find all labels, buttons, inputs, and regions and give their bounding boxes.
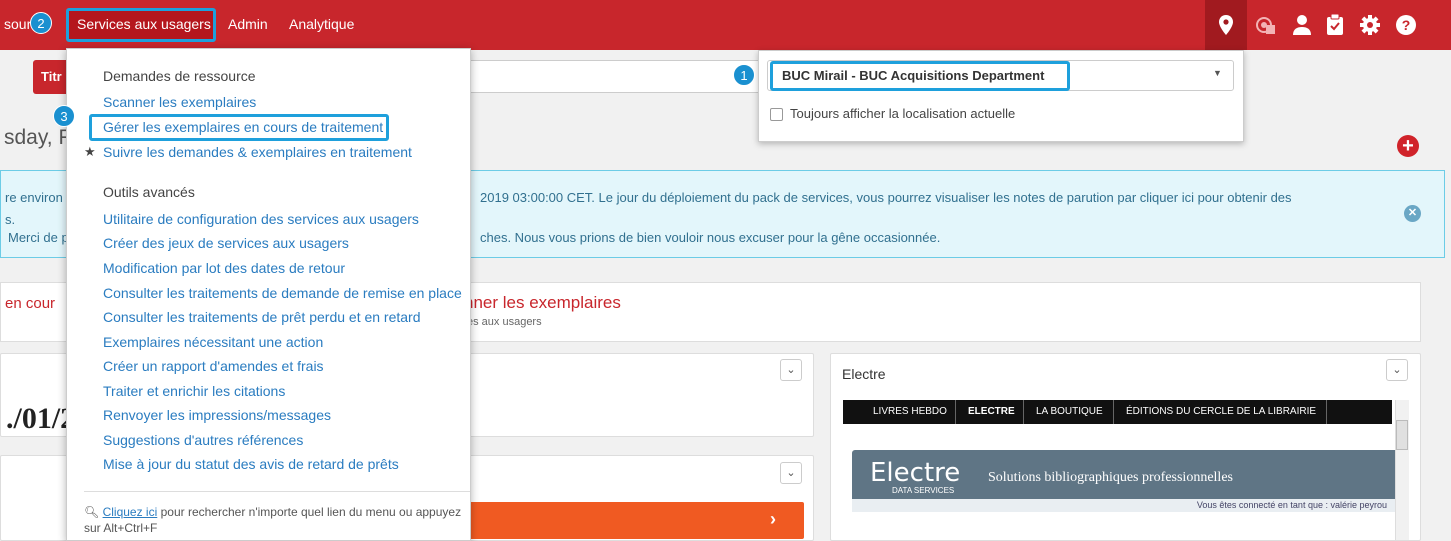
electre-logo-subtitle: DATA SERVICES: [892, 486, 955, 495]
menu-item-monitor-requests[interactable]: Suivre les demandes & exemplaires en tra…: [103, 144, 412, 160]
notice-line3-left: Merci de p: [8, 230, 69, 245]
tile-scan-items-title[interactable]: nner les exemplaires: [464, 293, 621, 313]
menu-section-resource-requests: Demandes de ressource: [103, 68, 256, 84]
gear-icon[interactable]: [1360, 15, 1380, 35]
tile-scan-items-subtitle: es aux usagers: [467, 316, 542, 328]
always-show-location-label: Toujours afficher la localisation actuel…: [790, 106, 1016, 121]
map-pin-icon: [1219, 15, 1233, 35]
electre-nav-electre[interactable]: ELECTRE: [968, 406, 1015, 417]
star-icon: ★: [84, 144, 96, 159]
chevron-right-icon: ›: [770, 509, 776, 529]
menu-item-config-utility[interactable]: Utilitaire de configuration des services…: [103, 211, 419, 227]
location-selected-value[interactable]: BUC Mirail - BUC Acquisitions Department: [782, 68, 1044, 83]
electre-nav-divider: [1326, 400, 1327, 424]
orange-action-bar[interactable]: ›: [460, 502, 804, 539]
electre-logo: Electre: [870, 458, 961, 488]
user-icon[interactable]: [1293, 15, 1311, 35]
menu-item-manage-in-process[interactable]: Gérer les exemplaires en cours de traite…: [103, 119, 383, 135]
electre-nav-divider: [1023, 400, 1024, 424]
help-icon[interactable]: ?: [1396, 15, 1416, 35]
top-navigation-bar: sour 2 Services aux usagers Admin Analyt…: [0, 0, 1451, 50]
menu-item-reshelving-jobs[interactable]: Consulter les traitements de demande de …: [103, 285, 462, 301]
notice-line2-left: s.: [5, 212, 16, 227]
search-input[interactable]: [460, 60, 760, 93]
caret-down-icon[interactable]: ▼: [1213, 68, 1222, 78]
nav-services-aux-usagers[interactable]: Services aux usagers: [77, 16, 211, 32]
electre-widget-panel: [830, 353, 1421, 541]
menu-footer: 🔍︎ Cliquez ici pour rechercher n'importe…: [84, 504, 470, 536]
tile-items-in-process[interactable]: en cour: [5, 295, 55, 312]
menu-section-advanced-tools: Outils avancés: [103, 184, 195, 200]
close-notice-icon[interactable]: ✕: [1404, 205, 1421, 222]
chevron-down-icon[interactable]: ⌄: [780, 359, 802, 381]
svg-text:?: ?: [1402, 17, 1411, 33]
electre-nav-divider: [1113, 400, 1114, 424]
menu-item-citations[interactable]: Traiter et enrichir les citations: [103, 383, 285, 399]
add-widget-icon[interactable]: +: [1397, 135, 1419, 157]
menu-item-resend-letters[interactable]: Renvoyer les impressions/messages: [103, 407, 331, 423]
menu-item-items-needing-action[interactable]: Exemplaires nécessitant une action: [103, 334, 323, 350]
nav-analytique[interactable]: Analytique: [289, 16, 354, 32]
menu-item-bulk-due-dates[interactable]: Modification par lot des dates de retour: [103, 260, 345, 276]
menu-item-create-sets[interactable]: Créer des jeux de services aux usagers: [103, 235, 349, 251]
chevron-down-icon[interactable]: ⌄: [1386, 359, 1408, 381]
nav-admin[interactable]: Admin: [228, 16, 268, 32]
notice-line1-right: 2019 03:00:00 CET. Le jour du déploiemen…: [480, 190, 1292, 205]
search-icon: 🔍︎: [84, 505, 100, 519]
electre-tagline: Solutions bibliographiques professionnel…: [988, 470, 1233, 485]
menu-item-overdue-notice-status[interactable]: Mise à jour du statut des avis de retard…: [103, 456, 399, 472]
step-badge-1: 1: [733, 64, 755, 86]
services-dropdown-menu: Demandes de ressource Scanner les exempl…: [53, 48, 471, 541]
electre-nav-boutique[interactable]: LA BOUTIQUE: [1036, 406, 1103, 417]
notice-line3-right: ches. Nous vous prions de bien vouloir n…: [480, 230, 941, 245]
step-badge-2: 2: [30, 12, 52, 34]
always-show-location-checkbox[interactable]: [770, 108, 783, 121]
menu-item-suggestions[interactable]: Suggestions d'autres références: [103, 432, 303, 448]
chevron-down-icon[interactable]: ⌄: [780, 462, 802, 484]
connection-status-icon[interactable]: [1256, 15, 1276, 35]
menu-search-link[interactable]: Cliquez ici: [103, 505, 158, 519]
menu-item-scan-items[interactable]: Scanner les exemplaires: [103, 94, 256, 110]
menu-divider: [84, 491, 470, 492]
location-button[interactable]: [1205, 0, 1247, 50]
electre-nav-livres-hebdo[interactable]: LIVRES HEBDO: [873, 406, 947, 417]
menu-item-lost-overdue-jobs[interactable]: Consulter les traitements de prêt perdu …: [103, 309, 421, 325]
electre-scrollbar-thumb[interactable]: [1396, 420, 1408, 450]
notice-line1-left: re environ: [5, 190, 63, 205]
menu-item-fines-report[interactable]: Créer un rapport d'amendes et frais: [103, 358, 324, 374]
electre-nav-editions[interactable]: ÉDITIONS DU CERCLE DE LA LIBRAIRIE: [1126, 406, 1316, 417]
electre-user-line: Vous êtes connecté en tant que : valérie…: [852, 499, 1395, 512]
electre-nav-divider: [955, 400, 956, 424]
nav-resources-partial[interactable]: sour: [4, 16, 31, 32]
big-date-partial: ./01/2: [6, 402, 76, 435]
clipboard-tasks-icon[interactable]: [1327, 14, 1343, 35]
electre-widget-title: Electre: [842, 366, 886, 382]
electre-nav-bar: LIVRES HEBDO ELECTRE LA BOUTIQUE ÉDITION…: [843, 400, 1392, 424]
step-badge-3: 3: [53, 105, 75, 127]
